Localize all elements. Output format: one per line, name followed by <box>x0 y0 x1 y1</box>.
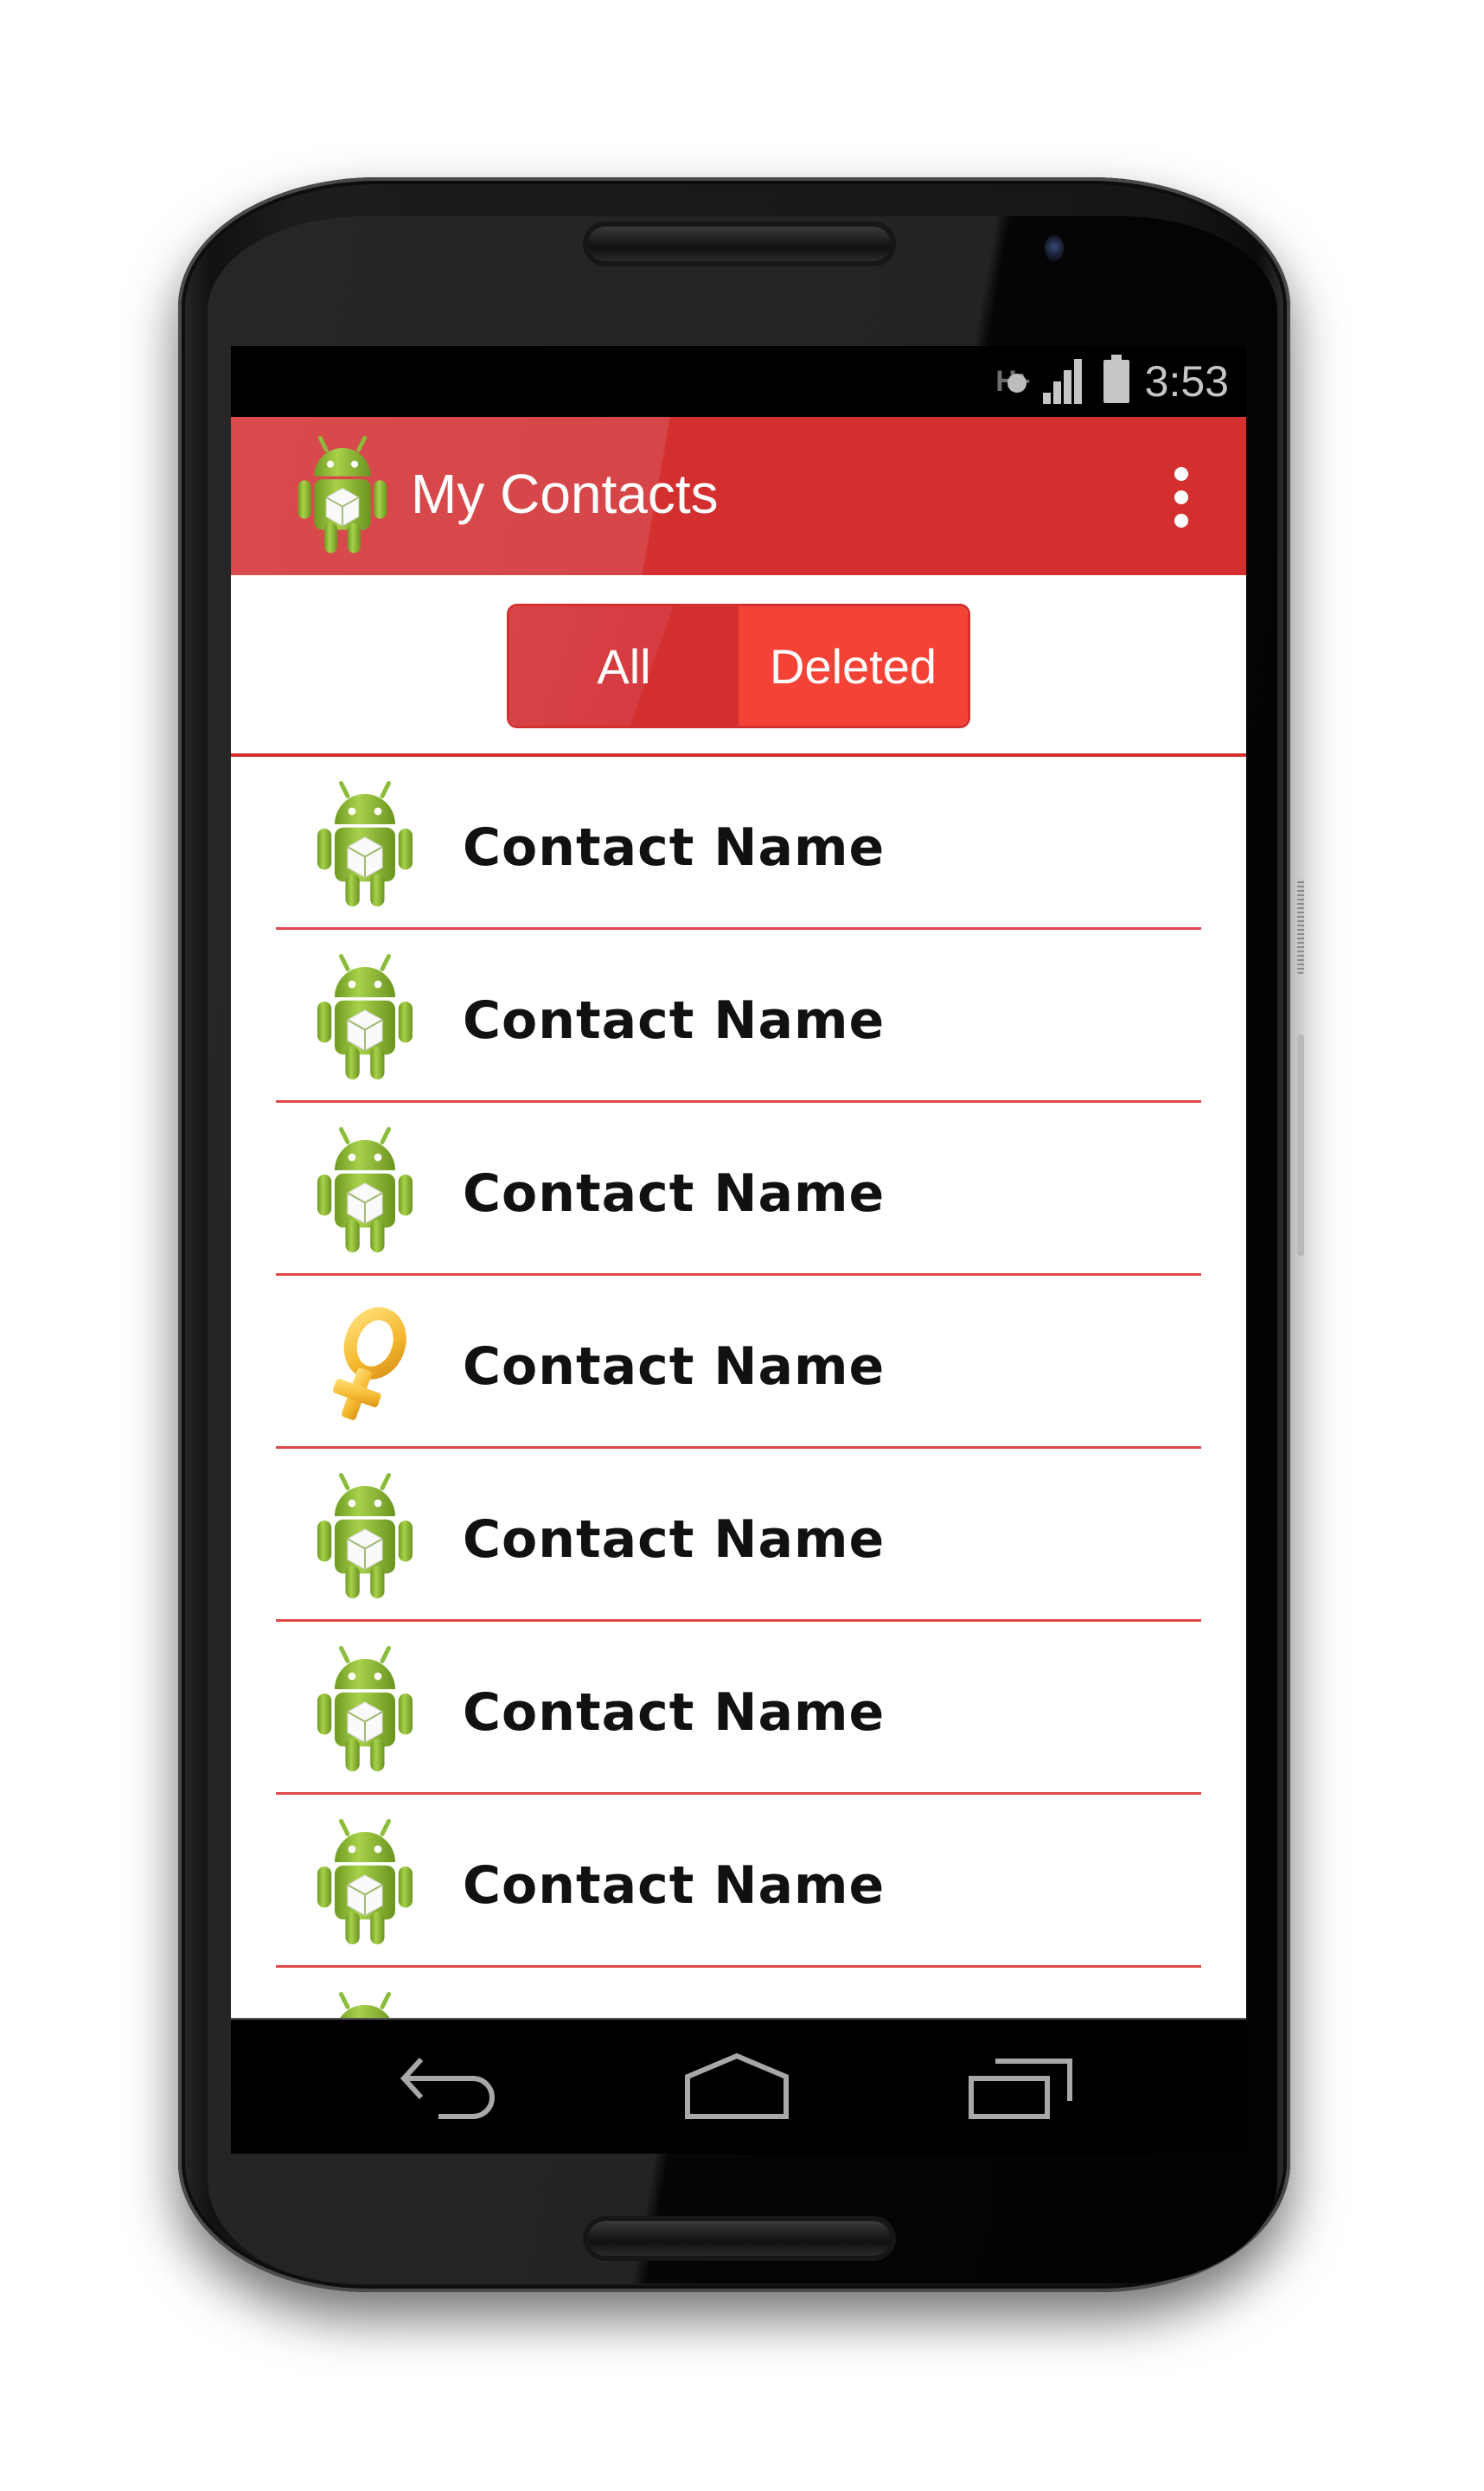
battery-icon <box>1103 355 1129 403</box>
list-item[interactable]: Contact Name <box>231 1795 1246 1968</box>
signal-icon <box>1042 359 1088 404</box>
contact-name: Contact Name <box>463 817 886 878</box>
filter-toggle: All Deleted <box>507 604 970 728</box>
contact-name: Contact Name <box>463 1682 886 1743</box>
power-button[interactable] <box>1297 1034 1304 1256</box>
home-icon[interactable] <box>681 2052 793 2122</box>
hplus-data-icon: H+ <box>995 365 1030 399</box>
contact-name: Contact Name <box>463 1509 886 1570</box>
bottom-speaker <box>588 2221 891 2256</box>
list-item[interactable]: Contact Name <box>231 1276 1246 1449</box>
list-item[interactable]: Contact Name <box>231 930 1246 1103</box>
android-robot-icon <box>300 781 430 911</box>
tab-deleted[interactable]: Deleted <box>739 606 968 726</box>
contact-name: Contact Name <box>463 1163 886 1224</box>
female-symbol-icon <box>300 1300 430 1430</box>
status-bar: H+ 3:53 <box>231 346 1246 417</box>
list-item[interactable]: Contact Name <box>231 757 1246 930</box>
list-item[interactable]: Contact Name <box>231 1103 1246 1276</box>
volume-button[interactable] <box>1297 879 1304 974</box>
android-robot-icon <box>300 1819 430 1949</box>
contact-list[interactable]: Contact Name Contact Name Contact Name C… <box>231 757 1246 2141</box>
app-title: My Contacts <box>411 463 719 525</box>
tab-all[interactable]: All <box>509 606 739 726</box>
list-item[interactable]: Contact Name <box>231 1622 1246 1795</box>
android-robot-icon <box>300 1473 430 1603</box>
back-icon[interactable] <box>395 2052 508 2122</box>
navigation-bar <box>231 2018 1246 2154</box>
android-robot-icon <box>300 1127 430 1257</box>
contact-name: Contact Name <box>463 1336 886 1397</box>
phone-screen: H+ 3:53 My Contacts All Deleted Contact … <box>231 346 1246 2154</box>
android-robot-icon <box>300 954 430 1084</box>
content-area: All Deleted Contact Name Contact Name Co… <box>231 575 1246 2018</box>
status-time: 3:53 <box>1144 357 1229 406</box>
contact-name: Contact Name <box>463 990 886 1051</box>
recents-icon[interactable] <box>966 2052 1078 2122</box>
android-robot-icon <box>291 436 393 557</box>
app-bar: My Contacts <box>231 417 1246 575</box>
android-robot-icon <box>300 1646 430 1776</box>
contact-name: Contact Name <box>463 1855 886 1916</box>
front-camera <box>1045 235 1064 261</box>
earpiece-speaker <box>588 227 891 261</box>
list-item[interactable]: Contact Name <box>231 1449 1246 1622</box>
more-vert-icon[interactable] <box>1168 467 1194 528</box>
